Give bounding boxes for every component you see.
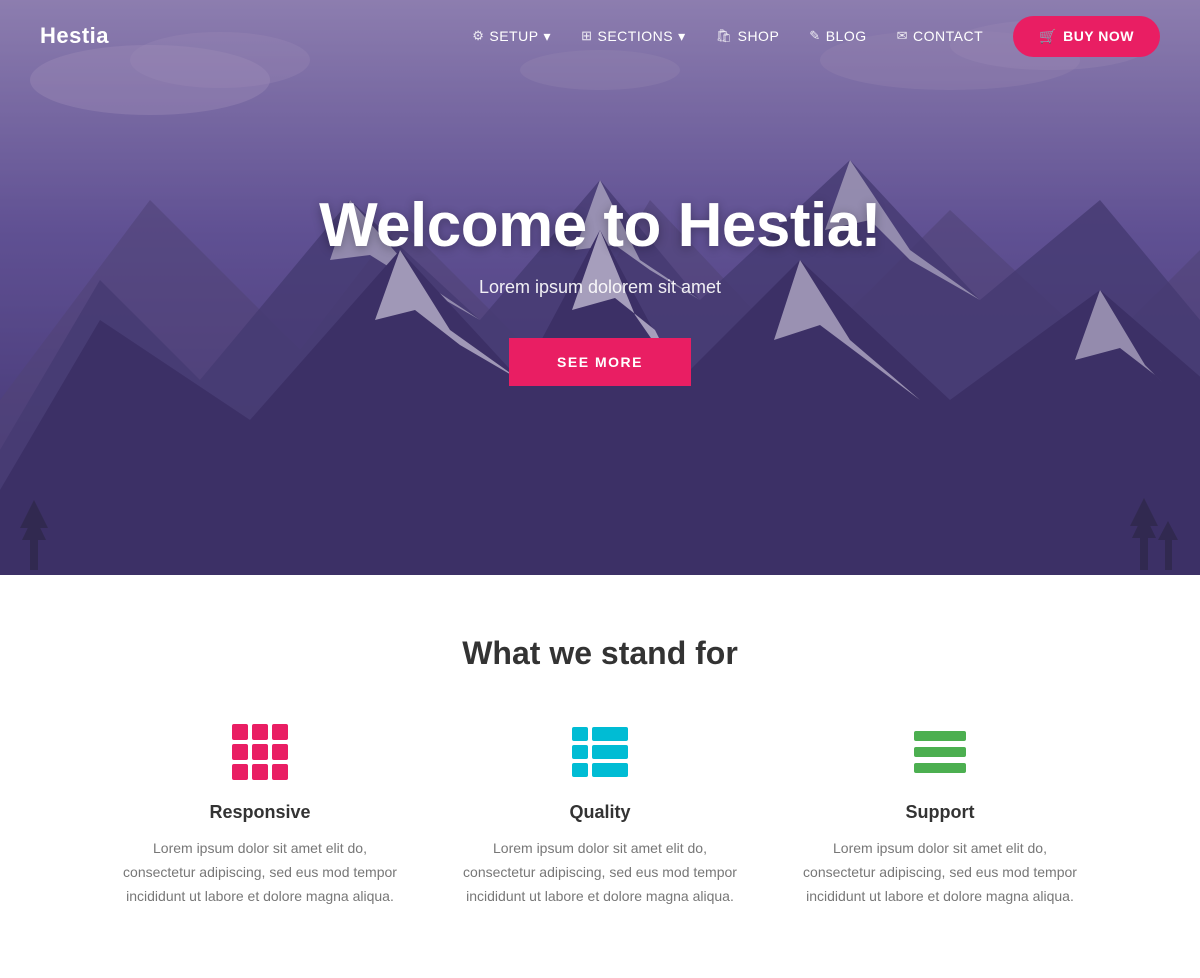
lines-icon xyxy=(914,731,966,773)
blog-icon: ✎ xyxy=(809,28,820,44)
quality-icon xyxy=(460,722,740,782)
hero-section: Welcome to Hestia! Lorem ipsum dolorem s… xyxy=(0,0,1200,575)
responsive-icon xyxy=(120,722,400,782)
nav-setup[interactable]: ⚙ SETUP ▾ xyxy=(472,28,551,45)
nav-sections[interactable]: ⊞ SECTIONS ▾ xyxy=(581,28,686,45)
nav-links: ⚙ SETUP ▾ ⊞ SECTIONS ▾ 🛍 SHOP ✎ BLOG ✉ C… xyxy=(472,16,1160,57)
nav-contact[interactable]: ✉ CONTACT xyxy=(897,28,984,44)
hero-content: Welcome to Hestia! Lorem ipsum dolorem s… xyxy=(319,190,881,386)
navbar: Hestia ⚙ SETUP ▾ ⊞ SECTIONS ▾ 🛍 SHOP ✎ B… xyxy=(0,0,1200,72)
brand-logo[interactable]: Hestia xyxy=(40,23,109,49)
chevron-down-icon: ▾ xyxy=(544,28,552,45)
quality-desc: Lorem ipsum dolor sit amet elit do, cons… xyxy=(460,837,740,908)
cart-icon: 🛒 xyxy=(1039,28,1057,45)
support-icon xyxy=(800,722,1080,782)
support-title: Support xyxy=(800,802,1080,823)
support-desc: Lorem ipsum dolor sit amet elit do, cons… xyxy=(800,837,1080,908)
features-section: What we stand for Responsive Lorem ipsum… xyxy=(0,575,1200,978)
hero-title: Welcome to Hestia! xyxy=(319,190,881,261)
setup-icon: ⚙ xyxy=(472,28,484,44)
table-icon xyxy=(572,727,628,777)
contact-icon: ✉ xyxy=(897,28,908,44)
hero-subtitle: Lorem ipsum dolorem sit amet xyxy=(319,277,881,298)
buy-now-button[interactable]: 🛒 BUY NOW xyxy=(1013,16,1160,57)
quality-title: Quality xyxy=(460,802,740,823)
feature-support: Support Lorem ipsum dolor sit amet elit … xyxy=(770,722,1110,908)
feature-responsive: Responsive Lorem ipsum dolor sit amet el… xyxy=(90,722,430,908)
shop-icon: 🛍 xyxy=(716,28,733,44)
features-title: What we stand for xyxy=(40,635,1160,672)
responsive-desc: Lorem ipsum dolor sit amet elit do, cons… xyxy=(120,837,400,908)
nav-shop[interactable]: 🛍 SHOP xyxy=(716,28,780,44)
feature-quality: Quality Lorem ipsum dolor sit amet elit … xyxy=(430,722,770,908)
grid-icon xyxy=(232,724,288,780)
chevron-down-icon: ▾ xyxy=(678,28,686,45)
features-grid: Responsive Lorem ipsum dolor sit amet el… xyxy=(40,722,1160,908)
see-more-button[interactable]: SEE MORE xyxy=(509,338,691,386)
sections-icon: ⊞ xyxy=(581,28,592,44)
nav-blog[interactable]: ✎ BLOG xyxy=(809,28,866,44)
responsive-title: Responsive xyxy=(120,802,400,823)
